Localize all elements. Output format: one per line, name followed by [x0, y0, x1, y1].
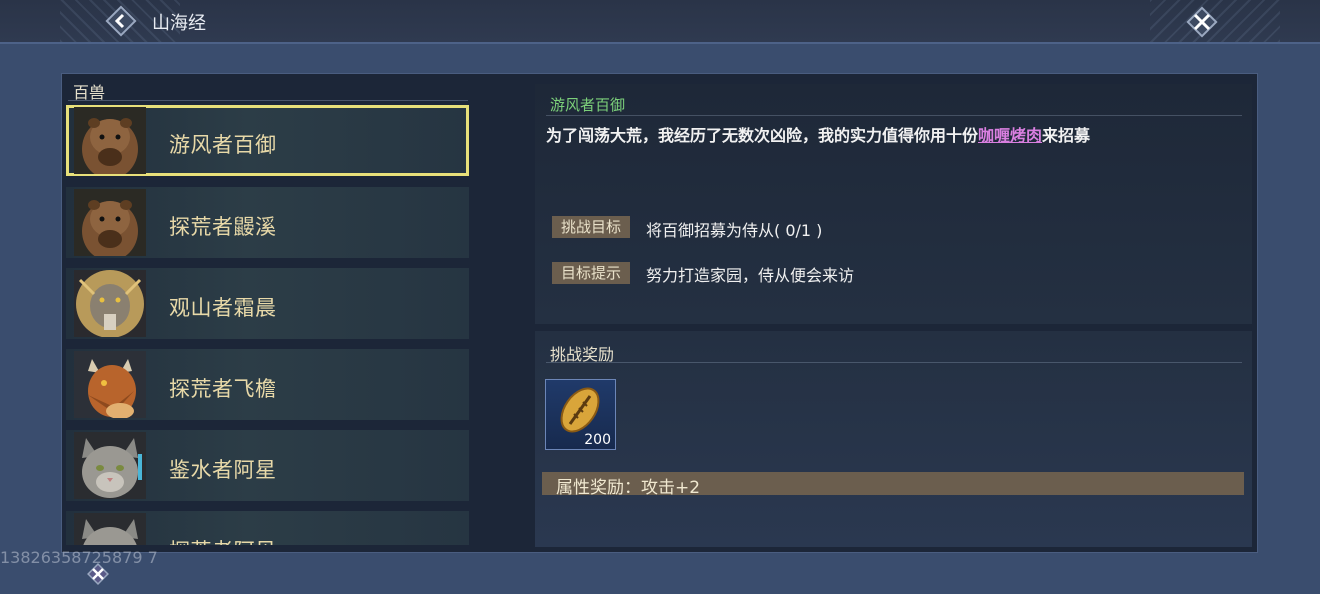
detail-panel	[535, 84, 1252, 324]
hero-description: 为了闯荡大荒，我经历了无数次凶险，我的实力值得你用十份咖喱烤肉来招募	[546, 122, 1090, 146]
hint-value: 努力打造家园，侍从便会来访	[646, 266, 855, 285]
list-item-name: 观山者霜晨	[169, 296, 277, 320]
goal-label: 挑战目标	[552, 216, 630, 238]
cat-portrait-icon	[74, 432, 146, 499]
hero-description-text: 为了闯荡大荒，我经历了无数次凶险，我的实力值得你用十份	[546, 126, 979, 145]
hint-label: 目标提示	[552, 262, 630, 284]
list-item-name: 探荒者鼹溪	[169, 215, 277, 239]
top-bar: 山海经	[0, 0, 1320, 44]
cat-portrait-icon	[74, 513, 146, 545]
dragon-portrait-icon	[74, 351, 146, 418]
hero-name: 游风者百御	[550, 96, 626, 114]
reward-panel	[535, 331, 1252, 547]
list-item-name: 鉴水者阿星	[169, 458, 277, 482]
reward-item-count: 200	[584, 432, 611, 448]
close-icon	[1186, 6, 1218, 38]
list-item[interactable]: 探荒者阿贝	[66, 511, 469, 545]
list-item[interactable]: 探荒者飞檐	[66, 349, 469, 420]
list-item-name: 游风者百御	[169, 133, 277, 157]
list-item[interactable]: 探荒者鼹溪	[66, 187, 469, 258]
watermark: 13826358725879 7	[0, 548, 158, 567]
beast-list[interactable]: 游风者百御 探荒者鼹溪 观山者霜晨 探荒者飞檐 鉴水者阿星	[66, 105, 470, 545]
reward-divider	[546, 362, 1242, 363]
reward-item-slot[interactable]: 200	[545, 379, 616, 450]
list-item[interactable]: 游风者百御	[66, 105, 469, 176]
highlight-item-link[interactable]: 咖喱烤肉	[978, 126, 1042, 145]
list-item[interactable]: 观山者霜晨	[66, 268, 469, 339]
list-item-name: 探荒者阿贝	[169, 535, 277, 545]
goal-value: 将百御招募为侍从( 0/1 )	[646, 221, 823, 240]
hero-description-tail: 来招募	[1042, 126, 1091, 145]
attribute-reward-text: 属性奖励：攻击+2	[556, 478, 701, 498]
close-icon	[87, 563, 109, 585]
floating-close-button[interactable]	[86, 562, 110, 586]
capybara-portrait-icon	[74, 107, 146, 174]
back-button[interactable]	[104, 4, 138, 38]
close-button[interactable]	[1184, 4, 1220, 40]
back-arrow-icon	[105, 5, 137, 37]
list-header-divider	[68, 100, 468, 101]
window-title: 山海经	[152, 13, 206, 34]
hero-divider	[546, 115, 1242, 116]
list-item[interactable]: 鉴水者阿星	[66, 430, 469, 501]
list-item-name: 探荒者飞檐	[169, 377, 277, 401]
lion-portrait-icon	[74, 270, 146, 337]
capybara-portrait-icon	[74, 189, 146, 256]
attribute-reward-bar: 属性奖励：攻击+2	[542, 472, 1244, 498]
